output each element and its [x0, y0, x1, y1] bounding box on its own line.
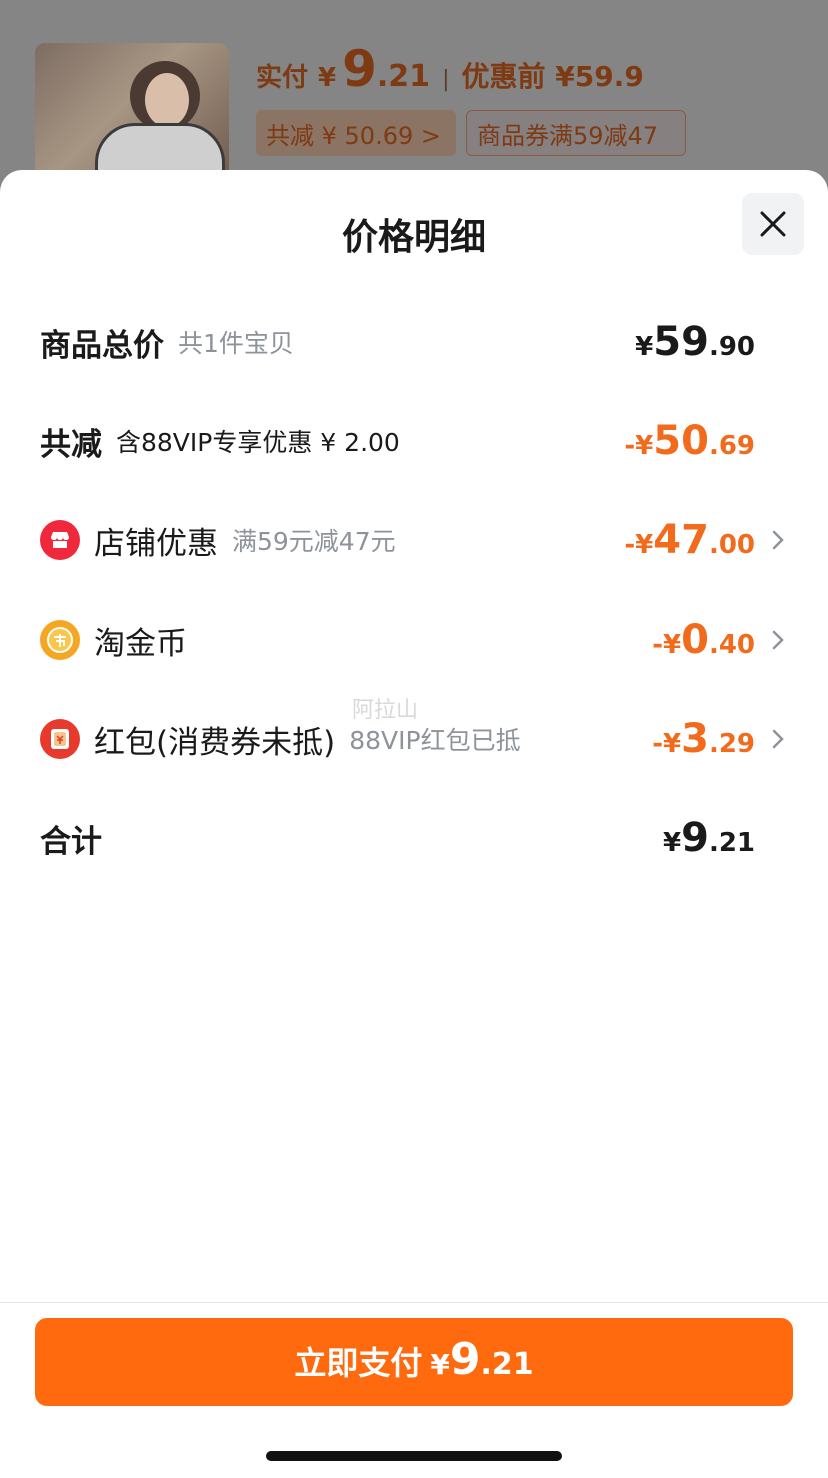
row-total-reduce: 共减 含88VIP专享优惠 ¥ 2.00 -¥ 50 .69	[40, 411, 785, 471]
watermark-text: 阿拉山	[352, 698, 419, 723]
amount-decimal: .40	[708, 630, 755, 660]
pay-button-label: 立即支付	[294, 1344, 423, 1382]
amount-integer: 3	[681, 716, 709, 762]
coupon-tag: 商品券满59减47	[466, 110, 686, 156]
row-amount: -¥ 50 .69	[624, 418, 755, 464]
close-icon	[760, 211, 786, 237]
amount-currency: ¥	[663, 828, 682, 858]
amount-decimal: .69	[708, 431, 755, 461]
row-sub: 满59元减47元	[232, 527, 396, 556]
pay-button-integer: 9	[449, 1334, 481, 1385]
row-label: 共减	[40, 426, 102, 463]
row-amount: -¥ 3 .29	[652, 716, 755, 762]
amount-decimal: .00	[708, 530, 755, 560]
amount-integer: 50	[653, 418, 709, 464]
row-sub: 88VIP红包已抵	[349, 726, 521, 755]
amount-decimal: .29	[708, 729, 755, 759]
paid-currency: ¥	[318, 63, 337, 93]
amount-currency: -¥	[652, 630, 682, 660]
price-detail-sheet: 价格明细 商品总价 共1件宝贝 ¥ 59 .90 共减 含88VIP专享优惠 ¥…	[0, 170, 828, 1478]
price-before-discount: 优惠前 ¥59.9	[461, 60, 644, 93]
thumbnail-face-shape	[145, 73, 189, 127]
amount-decimal: .21	[708, 828, 755, 858]
row-label: 商品总价	[40, 327, 164, 364]
product-thumbnail	[35, 43, 229, 183]
row-label: 合计	[40, 823, 102, 860]
paid-amount-line: 实付 ¥ 9 .21 | 优惠前 ¥59.9	[256, 40, 644, 110]
amount-integer: 9	[681, 815, 709, 861]
amount-decimal: .90	[708, 332, 755, 362]
row-sub: 含88VIP专享优惠 ¥ 2.00	[116, 428, 400, 457]
pay-button-currency: ¥	[430, 1348, 450, 1381]
pay-button-decimal: .21	[480, 1347, 534, 1382]
row-label: 店铺优惠	[94, 525, 218, 562]
coin-icon	[40, 620, 80, 660]
row-shop-discount[interactable]: 店铺优惠 满59元减47元 -¥ 47 .00	[40, 510, 785, 570]
row-amount: -¥ 0 .40	[652, 617, 755, 663]
sheet-title: 价格明细	[341, 217, 486, 258]
home-indicator[interactable]	[266, 1451, 562, 1461]
amount-currency: ¥	[635, 332, 654, 362]
row-label: 红包(消费券未抵)	[94, 724, 336, 761]
pay-now-button[interactable]: 立即支付 ¥ 9 .21	[35, 1318, 793, 1406]
row-label: 淘金币	[94, 625, 187, 662]
row-item-total: 商品总价 共1件宝贝 ¥ 59 .90	[40, 312, 785, 372]
amount-currency: -¥	[624, 431, 654, 461]
row-sum: 合计 ¥ 9 .21	[40, 808, 785, 868]
row-sub: 共1件宝贝	[178, 329, 294, 358]
shop-icon	[40, 520, 80, 560]
paid-decimal: .21	[376, 59, 431, 94]
chevron-right-icon	[755, 629, 785, 651]
amount-currency: -¥	[652, 729, 682, 759]
row-taojinbi[interactable]: 淘金币 -¥ 0 .40	[40, 610, 785, 670]
paid-integer: 9	[342, 40, 377, 98]
red-packet-icon	[40, 719, 80, 759]
chevron-right-icon	[755, 728, 785, 750]
footer-divider	[0, 1302, 828, 1303]
close-button[interactable]	[742, 193, 804, 255]
total-reduce-tag[interactable]: 共减 ¥ 50.69 >	[256, 110, 456, 156]
paid-label: 实付	[256, 63, 309, 93]
amount-integer: 0	[681, 617, 709, 663]
price-separator: |	[442, 67, 450, 92]
amount-integer: 59	[653, 319, 709, 365]
row-amount: -¥ 47 .00	[624, 517, 755, 563]
row-amount: ¥ 9 .21	[663, 815, 755, 861]
amount-currency: -¥	[624, 530, 654, 560]
row-amount: ¥ 59 .90	[635, 319, 755, 365]
chevron-right-icon	[755, 529, 785, 551]
amount-integer: 47	[653, 517, 709, 563]
